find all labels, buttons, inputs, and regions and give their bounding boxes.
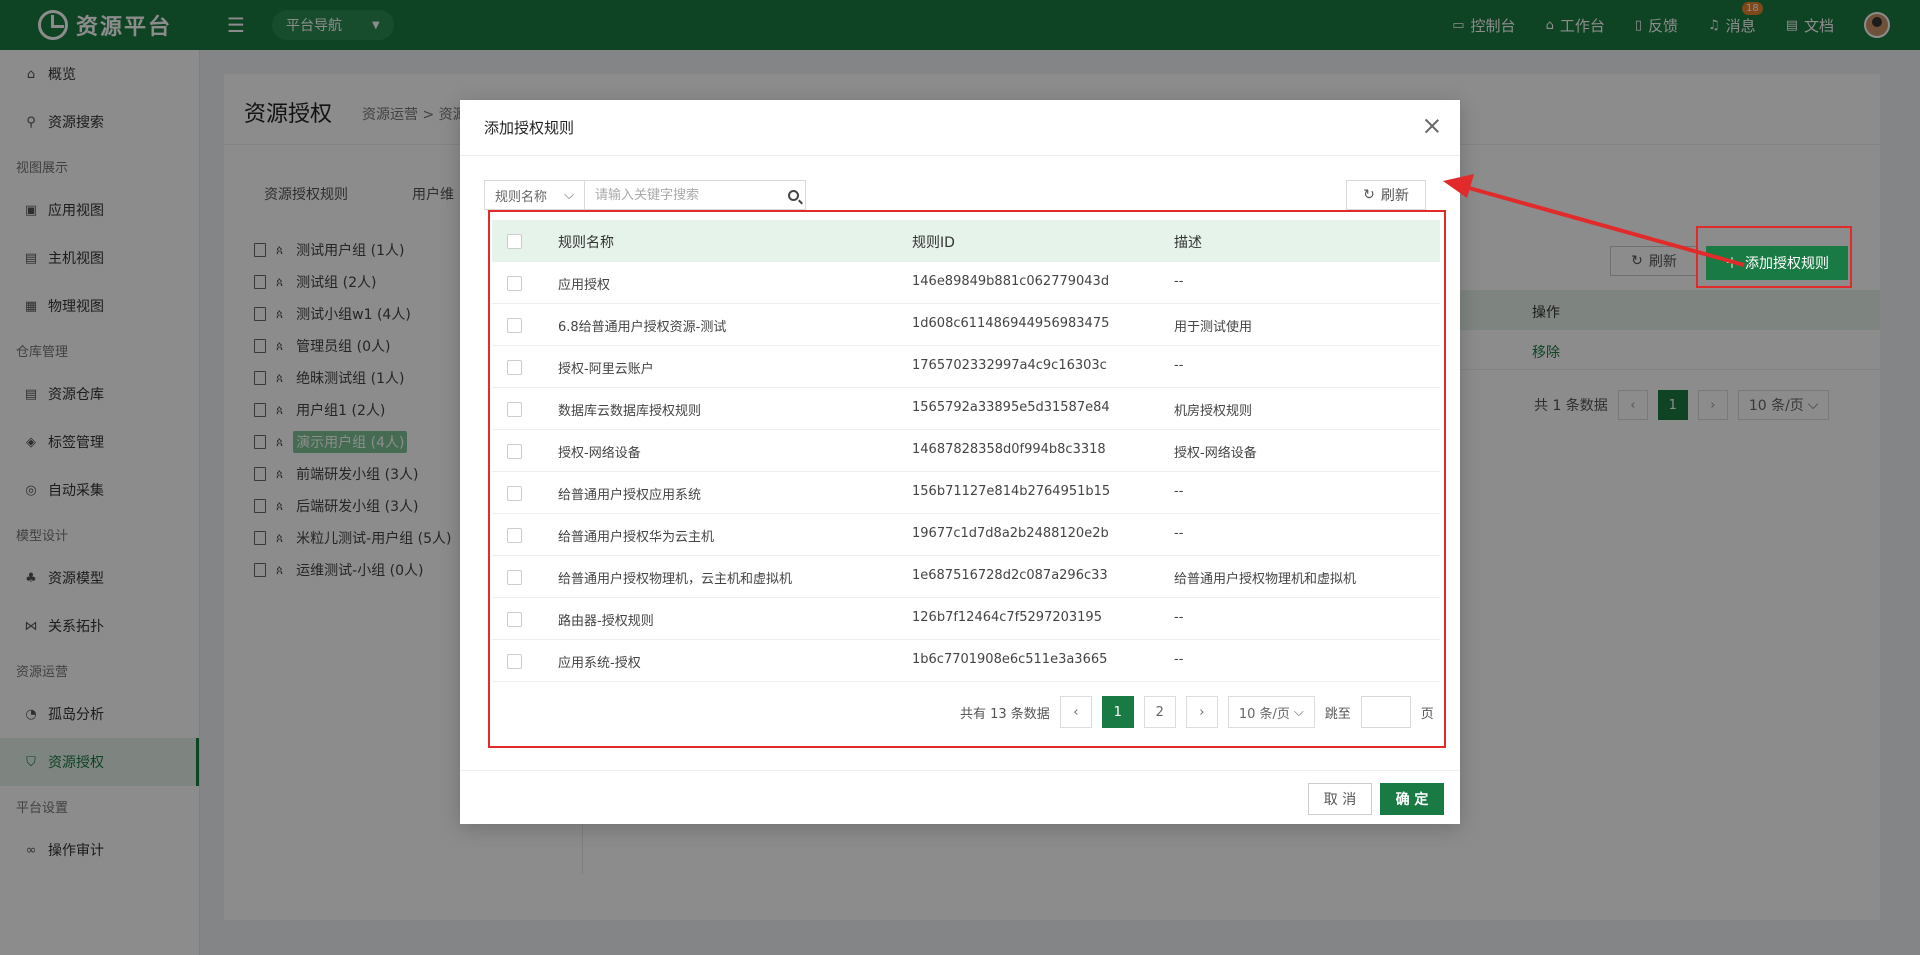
cell-rule-name: 授权-网络设备	[558, 446, 641, 461]
cell-rule-id: 156b71127e814b2764951b15	[912, 484, 1111, 499]
chevron-down-icon: ⌵	[564, 187, 574, 203]
row-checkbox[interactable]	[507, 528, 522, 543]
table-row[interactable]: 6.8给普通用户授权资源-测试 1d608c611486944956983475 用…	[492, 304, 1440, 346]
close-icon[interactable]	[1424, 118, 1440, 134]
page-unit-label: 页	[1420, 706, 1434, 722]
total-count: 共有 13 条数据	[960, 706, 1050, 722]
cell-desc: 授权-网络设备	[1174, 446, 1257, 461]
dialog-footer: 取 消 确 定	[460, 770, 1460, 824]
row-checkbox[interactable]	[507, 360, 522, 375]
dialog-title: 添加授权规则	[484, 119, 575, 137]
cell-desc: 给普通用户授权物理机和虚拟机	[1174, 572, 1357, 587]
cell-rule-name: 给普通用户授权物理机，云主机和虚拟机	[558, 572, 793, 587]
cell-rule-name: 应用系统-授权	[558, 656, 641, 671]
cell-rule-id: 1d608c611486944956983475	[912, 316, 1110, 331]
cell-desc: --	[1174, 610, 1184, 625]
table-row[interactable]: 给普通用户授权应用系统 156b71127e814b2764951b15 --	[492, 472, 1440, 514]
cell-rule-id: 14687828358d0f994b8c3318	[912, 442, 1106, 457]
confirm-button[interactable]: 确 定	[1380, 783, 1444, 815]
page-button-2[interactable]: 2	[1143, 696, 1176, 728]
refresh-icon: ↻	[1363, 187, 1375, 203]
cell-rule-name: 应用授权	[558, 278, 611, 293]
cell-rule-name: 数据库云数据库授权规则	[558, 404, 702, 419]
search-bar: 规则名称 ⌵	[484, 180, 806, 210]
row-checkbox[interactable]	[507, 402, 522, 417]
prev-page-button[interactable]: ‹	[1059, 696, 1092, 728]
cancel-button[interactable]: 取 消	[1308, 783, 1372, 815]
select-all-checkbox[interactable]	[507, 234, 522, 249]
annotation-frame	[1696, 226, 1852, 288]
cell-rule-id: 1765702332997a4c9c16303c	[912, 358, 1107, 373]
table-row[interactable]: 数据库云数据库授权规则 1565792a33895e5d31587e84 机房授权规…	[492, 388, 1440, 430]
jump-page-input[interactable]	[1360, 696, 1411, 728]
dialog-refresh-button[interactable]: ↻ 刷新	[1346, 180, 1426, 210]
cell-rule-name: 6.8给普通用户授权资源-测试	[558, 320, 727, 335]
cell-desc: 用于测试使用	[1174, 320, 1253, 335]
row-checkbox[interactable]	[507, 276, 522, 291]
header-rule-name: 规则名称	[558, 235, 614, 251]
row-checkbox[interactable]	[507, 570, 522, 585]
table-row[interactable]: 路由器-授权规则 126b7f12464c7f5297203195 --	[492, 598, 1440, 640]
cell-rule-id: 19677c1d7d8a2b2488120e2b	[912, 526, 1109, 541]
cell-desc: 机房授权规则	[1174, 404, 1253, 419]
cell-rule-id: 146e89849b881c062779043d	[912, 274, 1110, 289]
cell-desc: --	[1174, 484, 1184, 499]
search-icon[interactable]	[781, 181, 805, 209]
row-checkbox[interactable]	[507, 654, 522, 669]
table-header: 规则名称 规则ID 描述	[492, 220, 1440, 262]
filter-field-label: 规则名称	[495, 189, 548, 205]
cell-desc: --	[1174, 274, 1184, 289]
cell-rule-name: 给普通用户授权应用系统	[558, 488, 702, 503]
row-checkbox[interactable]	[507, 444, 522, 459]
cell-rule-name: 路由器-授权规则	[558, 614, 654, 629]
cell-rule-id: 1e687516728d2c087a296c33	[912, 568, 1108, 583]
page-size-select[interactable]: 10 条/页 ⌵	[1227, 696, 1315, 728]
chevron-down-icon: ⌵	[1293, 704, 1304, 720]
search-input[interactable]	[585, 181, 781, 209]
cell-rule-name: 给普通用户授权华为云主机	[558, 530, 715, 545]
cell-rule-id: 1b6c7701908e6c511e3a3665	[912, 652, 1108, 667]
jump-label: 跳至	[1324, 706, 1351, 722]
cell-desc: --	[1174, 358, 1184, 373]
table-row[interactable]: 授权-网络设备 14687828358d0f994b8c3318 授权-网络设备	[492, 430, 1440, 472]
rules-table: 规则名称 规则ID 描述 应用授权 146e89849b881c062779043…	[492, 220, 1440, 682]
table-row[interactable]: 授权-阿里云账户 1765702332997a4c9c16303c --	[492, 346, 1440, 388]
header-rule-id: 规则ID	[912, 235, 955, 251]
next-page-button[interactable]: ›	[1185, 696, 1218, 728]
header-desc: 描述	[1174, 235, 1202, 251]
cell-desc: --	[1174, 526, 1184, 541]
filter-field-select[interactable]: 规则名称 ⌵	[485, 181, 585, 209]
row-checkbox[interactable]	[507, 318, 522, 333]
dialog-pagination: 共有 13 条数据 ‹ 1 2 › 10 条/页 ⌵ 跳至 页	[960, 696, 1434, 728]
row-checkbox[interactable]	[507, 612, 522, 627]
cell-rule-name: 授权-阿里云账户	[558, 362, 654, 377]
refresh-label: 刷新	[1380, 188, 1409, 204]
cell-desc: --	[1174, 652, 1184, 667]
page-button-1[interactable]: 1	[1101, 696, 1134, 728]
cell-rule-id: 1565792a33895e5d31587e84	[912, 400, 1110, 415]
dialog-header: 添加授权规则	[460, 100, 1460, 156]
add-auth-rule-dialog: 添加授权规则 规则名称 ⌵ ↻ 刷新 规则名称 规则ID 描述 应用授权 146e…	[460, 100, 1460, 824]
row-checkbox[interactable]	[507, 486, 522, 501]
table-row[interactable]: 应用系统-授权 1b6c7701908e6c511e3a3665 --	[492, 640, 1440, 682]
table-row[interactable]: 给普通用户授权华为云主机 19677c1d7d8a2b2488120e2b --	[492, 514, 1440, 556]
table-row[interactable]: 给普通用户授权物理机，云主机和虚拟机 1e687516728d2c087a296c…	[492, 556, 1440, 598]
table-row[interactable]: 应用授权 146e89849b881c062779043d --	[492, 262, 1440, 304]
cell-rule-id: 126b7f12464c7f5297203195	[912, 610, 1102, 625]
page-size-label: 10 条/页	[1238, 706, 1290, 722]
